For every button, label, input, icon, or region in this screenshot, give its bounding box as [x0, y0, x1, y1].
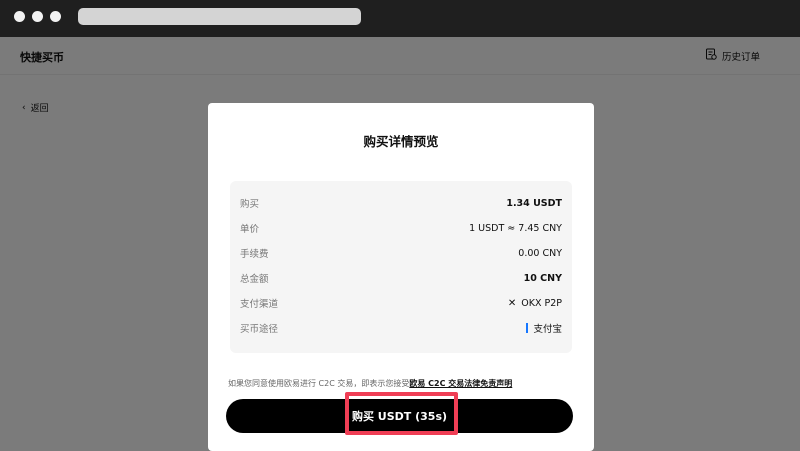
detail-value: 支付宝: [533, 324, 562, 335]
detail-key: 买币途径: [240, 324, 279, 335]
highlight-box: [345, 392, 458, 435]
detail-key: 单价: [240, 224, 260, 235]
disclaimer-text: 如果您同意使用欧易进行 C2C 交易，即表示您接受: [228, 379, 410, 388]
detail-key: 总金额: [240, 274, 269, 285]
purchase-details-panel: 购买 1.34 USDT 单价 1 USDT ≈ 7.45 CNY 手续费 0.…: [230, 181, 572, 353]
detail-row-channel: 支付渠道 ✕ OKX P2P: [240, 295, 562, 311]
detail-value: 10 CNY: [523, 272, 562, 284]
detail-key: 支付渠道: [240, 299, 279, 310]
detail-value: 1 USDT ≈ 7.45 CNY: [469, 222, 562, 234]
browser-toolbar: [0, 0, 800, 37]
legal-disclaimer-link[interactable]: 欧易 C2C 交易法律免责声明: [409, 379, 512, 388]
detail-key: 购买: [240, 199, 260, 210]
window-maximize-dot[interactable]: [50, 11, 61, 22]
detail-value: 0.00 CNY: [518, 247, 562, 259]
window-minimize-dot[interactable]: [32, 11, 43, 22]
legal-disclaimer: 如果您同意使用欧易进行 C2C 交易，即表示您接受欧易 C2C 交易法律免责声明: [228, 378, 578, 389]
address-bar[interactable]: [78, 8, 361, 25]
okx-logo-icon: ✕: [507, 297, 517, 309]
detail-value-wrap: ✕ OKX P2P: [508, 298, 562, 309]
dialog-title: 购买详情预览: [363, 134, 439, 149]
detail-row-fee: 手续费 0.00 CNY: [240, 245, 562, 261]
detail-value: OKX P2P: [521, 297, 562, 309]
detail-row-method: 买币途径 支付宝: [240, 320, 562, 336]
window-close-dot[interactable]: [14, 11, 25, 22]
detail-row-unit-price: 单价 1 USDT ≈ 7.45 CNY: [240, 220, 562, 236]
detail-value: 1.34 USDT: [506, 197, 562, 209]
alipay-icon: [526, 323, 529, 333]
detail-row-amount: 购买 1.34 USDT: [240, 195, 562, 211]
modal-backdrop[interactable]: 购买详情预览 购买 1.34 USDT 单价 1 USDT ≈ 7.45 CNY…: [0, 37, 800, 451]
detail-value-wrap: 支付宝: [526, 321, 562, 335]
detail-row-total: 总金额 10 CNY: [240, 270, 562, 286]
detail-key: 手续费: [240, 249, 269, 260]
